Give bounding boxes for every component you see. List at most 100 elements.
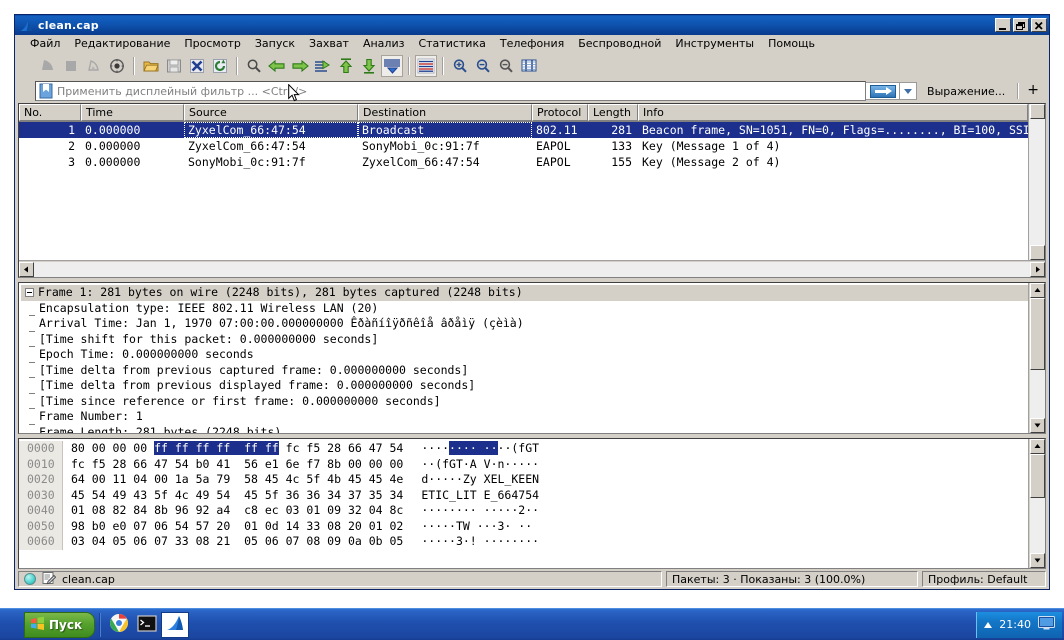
restart-capture-icon[interactable] xyxy=(83,55,105,77)
go-last-packet-icon[interactable] xyxy=(358,55,380,77)
column-header-no[interactable]: No. xyxy=(19,104,81,121)
filter-expression-button[interactable]: Выражение... xyxy=(917,85,1013,98)
windows-logo-icon xyxy=(30,616,45,634)
scroll-track[interactable] xyxy=(1030,498,1045,553)
scroll-up-button[interactable] xyxy=(1030,104,1045,119)
packet-bytes-vertical-scrollbar[interactable] xyxy=(1028,439,1045,568)
scroll-up-button[interactable] xyxy=(1030,283,1045,298)
taskbar-chrome-button[interactable] xyxy=(105,612,133,638)
minimize-button[interactable] xyxy=(995,18,1011,32)
scroll-down-button[interactable] xyxy=(1030,245,1045,260)
table-row[interactable]: 1 0.000000 ZyxelCom_66:47:54 Broadcast 8… xyxy=(19,122,1028,138)
reload-file-icon[interactable] xyxy=(209,55,231,77)
auto-scroll-icon[interactable] xyxy=(381,55,403,77)
add-filter-button[interactable]: + xyxy=(1023,82,1045,100)
detail-row[interactable]: [Time since reference or first frame: 0.… xyxy=(21,394,1028,410)
hscroll-track[interactable] xyxy=(34,262,1030,277)
hex-row[interactable]: 0000 80 00 00 00 ff ff ff ff ff ff fc f5… xyxy=(19,441,1028,457)
scroll-down-button[interactable] xyxy=(1030,553,1045,568)
go-first-packet-icon[interactable] xyxy=(335,55,357,77)
filter-bookmark-icon[interactable] xyxy=(38,83,54,99)
scroll-track[interactable] xyxy=(1030,119,1045,245)
stop-capture-icon[interactable] xyxy=(60,55,82,77)
colorize-icon[interactable] xyxy=(415,55,437,77)
packet-list-horizontal-scrollbar[interactable] xyxy=(19,260,1045,277)
packet-details-vertical-scrollbar[interactable] xyxy=(1028,283,1045,433)
column-header-length[interactable]: Length xyxy=(588,104,638,121)
status-profile-cell[interactable]: Профиль: Default xyxy=(922,571,1046,587)
close-button[interactable] xyxy=(1031,18,1047,32)
menu-wireless[interactable]: Беспроводной xyxy=(571,36,668,52)
detail-row[interactable]: Frame Number: 1 xyxy=(21,409,1028,425)
menu-statistics[interactable]: Статистика xyxy=(411,36,492,52)
menu-edit[interactable]: Редактирование xyxy=(67,36,177,52)
column-header-time[interactable]: Time xyxy=(81,104,184,121)
show-hidden-icons-caret[interactable] xyxy=(984,622,992,628)
taskbar-wireshark-button[interactable] xyxy=(161,612,189,638)
scroll-left-button[interactable] xyxy=(19,262,34,277)
column-header-protocol[interactable]: Protocol xyxy=(532,104,588,121)
menu-go[interactable]: Запуск xyxy=(248,36,302,52)
packet-details-pane: Frame 1: 281 bytes on wire (2248 bits), … xyxy=(18,282,1046,434)
go-to-packet-icon[interactable] xyxy=(312,55,334,77)
detail-row[interactable]: Encapsulation type: IEEE 802.11 Wireless… xyxy=(21,301,1028,317)
column-header-info[interactable]: Info xyxy=(638,104,1028,121)
menu-capture[interactable]: Захват xyxy=(302,36,356,52)
hex-row[interactable]: 0030 45 54 49 43 5f 4c 49 54 45 5f 36 36… xyxy=(19,488,1028,504)
taskbar-command-prompt-button[interactable] xyxy=(133,612,161,638)
save-file-icon[interactable] xyxy=(163,55,185,77)
detail-row[interactable]: [Time delta from previous displayed fram… xyxy=(21,378,1028,394)
scroll-up-button[interactable] xyxy=(1030,439,1045,454)
menu-telephony[interactable]: Телефония xyxy=(493,36,571,52)
close-file-icon[interactable] xyxy=(186,55,208,77)
go-forward-icon[interactable] xyxy=(289,55,311,77)
scroll-track[interactable] xyxy=(1030,370,1045,418)
open-file-icon[interactable] xyxy=(140,55,162,77)
table-row[interactable]: 2 0.000000 ZyxelCom_66:47:54 SonyMobi_0c… xyxy=(19,138,1028,154)
network-monitor-icon[interactable] xyxy=(1038,616,1055,633)
menu-file[interactable]: Файл xyxy=(23,36,67,52)
packet-list-vertical-scrollbar[interactable] xyxy=(1028,104,1045,260)
tray-clock[interactable]: 21:40 xyxy=(999,618,1031,631)
column-header-destination[interactable]: Destination xyxy=(358,104,532,121)
filter-dropdown-button[interactable] xyxy=(900,82,917,100)
start-button[interactable]: Пуск xyxy=(24,612,95,638)
hex-bytes: 45 54 49 43 5f 4c 49 54 45 5f 36 36 34 3… xyxy=(63,488,403,504)
apply-filter-button[interactable] xyxy=(866,82,900,100)
scroll-down-button[interactable] xyxy=(1030,418,1045,433)
go-back-icon[interactable] xyxy=(266,55,288,77)
menu-analyze[interactable]: Анализ xyxy=(356,36,412,52)
scroll-thumb[interactable] xyxy=(1030,298,1045,370)
hex-row[interactable]: 0040 01 08 82 84 8b 96 92 a4 c8 ec 03 01… xyxy=(19,503,1028,519)
detail-row[interactable]: [Time shift for this packet: 0.000000000… xyxy=(21,332,1028,348)
zoom-in-icon[interactable] xyxy=(449,55,471,77)
resize-columns-icon[interactable] xyxy=(518,55,540,77)
scroll-right-button[interactable] xyxy=(1030,262,1045,277)
hex-row[interactable]: 0050 98 b0 e0 07 06 54 57 20 01 0d 14 33… xyxy=(19,519,1028,535)
menu-tools[interactable]: Инструменты xyxy=(668,36,761,52)
menu-help[interactable]: Помощь xyxy=(761,36,822,52)
column-header-source[interactable]: Source xyxy=(184,104,358,121)
expert-info-circle-icon[interactable] xyxy=(24,573,36,585)
zoom-reset-icon[interactable] xyxy=(495,55,517,77)
zoom-out-icon[interactable] xyxy=(472,55,494,77)
capture-options-icon[interactable] xyxy=(106,55,128,77)
start-capture-icon[interactable] xyxy=(37,55,59,77)
detail-row[interactable]: Arrival Time: Jan 1, 1970 07:00:00.00000… xyxy=(21,316,1028,332)
table-row[interactable]: 3 0.000000 SonyMobi_0c:91:7f ZyxelCom_66… xyxy=(19,154,1028,170)
detail-row[interactable]: Frame Length: 281 bytes (2248 bits) xyxy=(21,425,1028,434)
detail-row[interactable]: [Time delta from previous captured frame… xyxy=(21,363,1028,379)
find-packet-icon[interactable] xyxy=(243,55,265,77)
hex-row[interactable]: 0060 03 04 05 06 07 33 08 21 05 06 07 08… xyxy=(19,534,1028,550)
maximize-button[interactable] xyxy=(1013,18,1029,32)
hex-row[interactable]: 0020 64 00 11 04 00 1a 5a 79 58 45 4c 5f… xyxy=(19,472,1028,488)
hex-bytes-highlighted: ff ff ff ff ff ff xyxy=(154,441,279,455)
detail-row[interactable]: Epoch Time: 0.000000000 seconds xyxy=(21,347,1028,363)
scroll-thumb[interactable] xyxy=(1030,454,1045,498)
display-filter-input[interactable]: Применить дисплейный фильтр ... <Ctrl-/> xyxy=(35,81,866,101)
capture-file-comment-icon[interactable] xyxy=(42,571,56,588)
menu-view[interactable]: Просмотр xyxy=(177,36,247,52)
detail-root-row[interactable]: Frame 1: 281 bytes on wire (2248 bits), … xyxy=(21,285,1028,301)
hex-row[interactable]: 0010 fc f5 28 66 47 54 b0 41 56 e1 6e f7… xyxy=(19,457,1028,473)
collapse-toggle-icon[interactable] xyxy=(25,288,34,297)
